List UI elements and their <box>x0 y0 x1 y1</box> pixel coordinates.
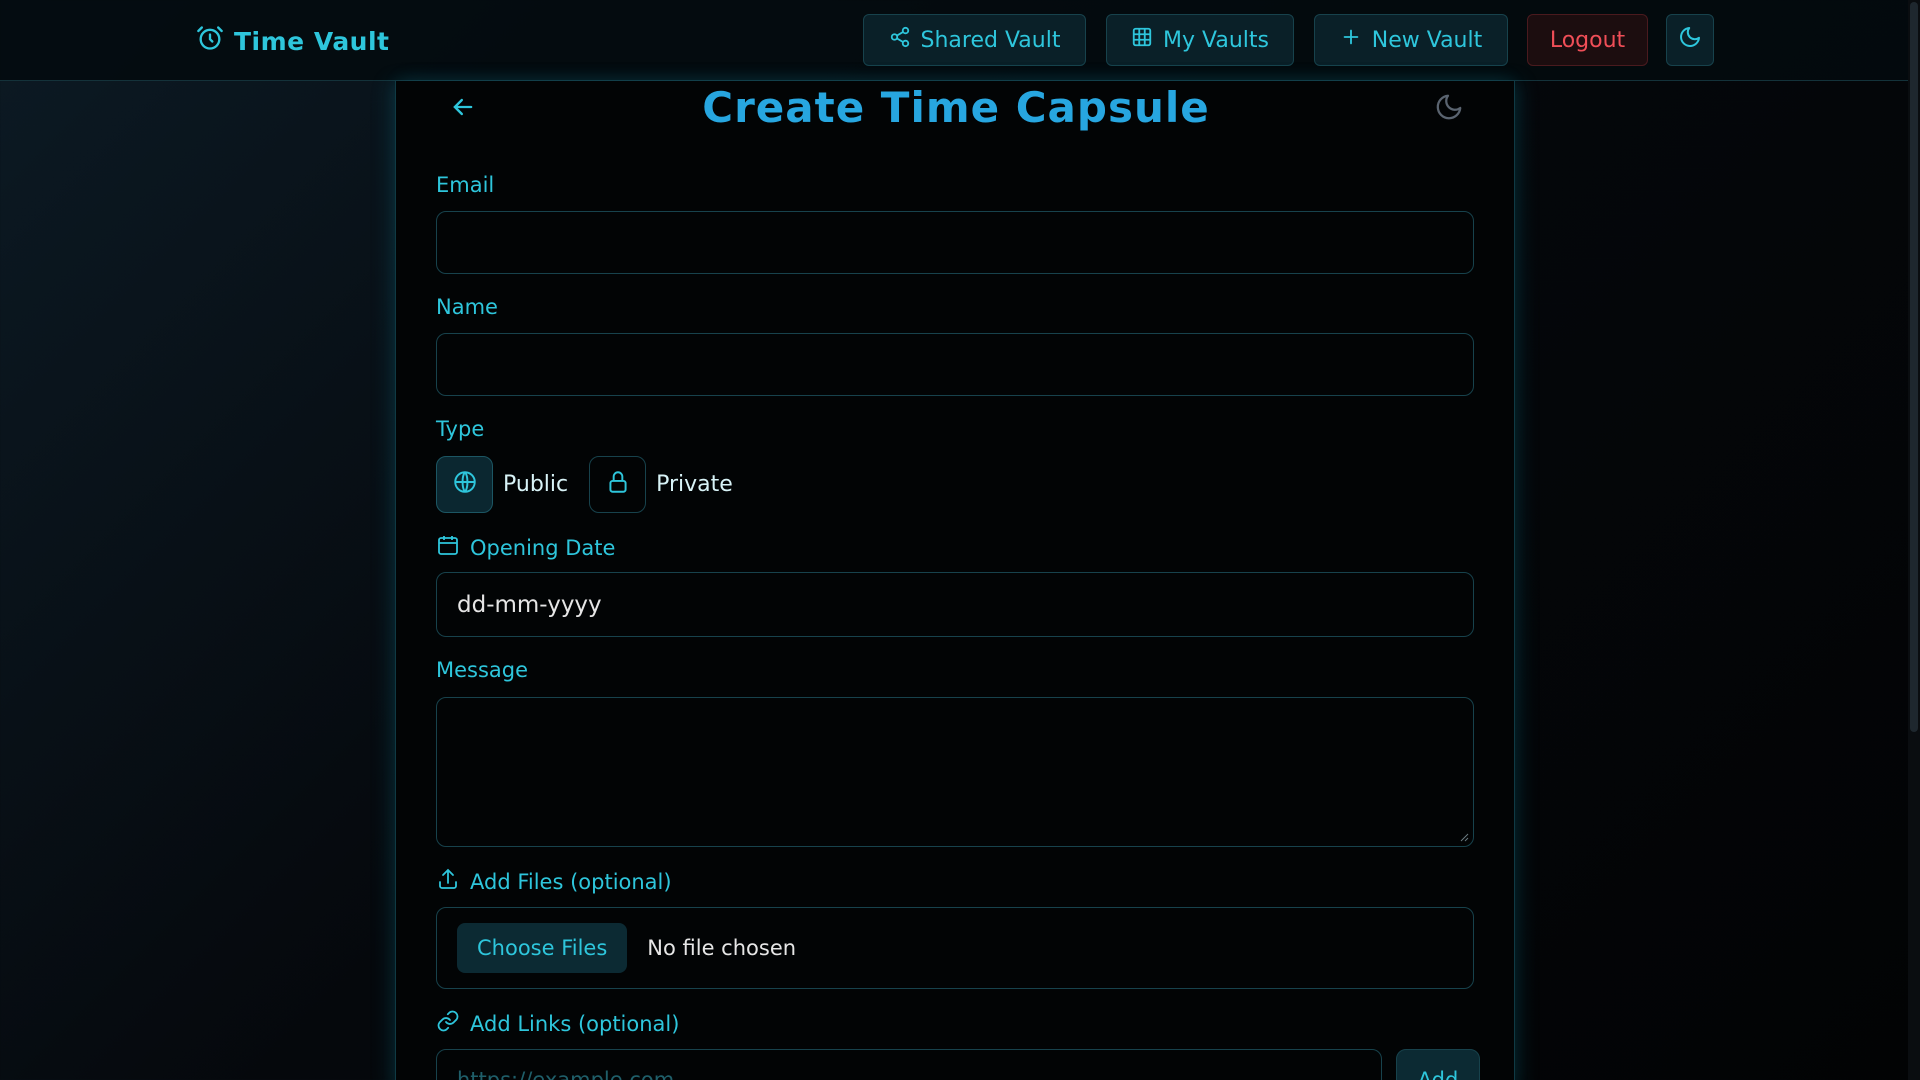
email-label: Email <box>436 173 494 197</box>
top-navbar: Time Vault Shared Vault My Vaults New Va… <box>0 0 1920 81</box>
logout-button[interactable]: Logout <box>1527 14 1648 66</box>
add-links-label-text: Add Links (optional) <box>470 1011 680 1036</box>
plus-icon <box>1340 26 1362 54</box>
add-files-label-text: Add Files (optional) <box>470 869 672 894</box>
my-vaults-label: My Vaults <box>1163 27 1269 53</box>
scrollbar-thumb[interactable] <box>1910 2 1918 732</box>
public-option-button[interactable] <box>436 455 493 513</box>
shared-vault-label: Shared Vault <box>920 27 1061 53</box>
globe-icon <box>452 469 478 499</box>
resize-handle-icon[interactable] <box>1459 832 1469 842</box>
no-file-text: No file chosen <box>647 936 797 960</box>
file-input[interactable]: Choose Files No file chosen <box>436 907 1474 989</box>
lock-icon <box>605 469 631 499</box>
public-option-label[interactable]: Public <box>503 472 568 497</box>
private-option-button[interactable] <box>589 455 647 513</box>
message-label-text: Message <box>436 658 529 682</box>
grid-icon <box>1131 26 1153 54</box>
email-field[interactable] <box>436 211 1474 274</box>
name-field[interactable] <box>436 333 1474 396</box>
moon-icon <box>1678 25 1702 55</box>
name-label: Name <box>436 295 498 319</box>
calendar-icon <box>436 533 460 562</box>
page-title: Create Time Capsule <box>702 83 1210 132</box>
add-links-label: Add Links (optional) <box>436 1009 679 1038</box>
private-option-label[interactable]: Private <box>656 472 733 497</box>
theme-toggle-button[interactable] <box>1666 14 1714 66</box>
add-files-label: Add Files (optional) <box>436 867 672 896</box>
opening-date-input[interactable]: dd-mm-yyyy <box>436 572 1474 637</box>
moon-icon <box>1434 92 1464 126</box>
email-label-text: Email <box>436 173 495 197</box>
my-vaults-button[interactable]: My Vaults <box>1106 14 1294 66</box>
type-label-text: Type <box>436 417 485 441</box>
add-link-button[interactable]: Add <box>1396 1049 1480 1080</box>
new-vault-button[interactable]: New Vault <box>1314 14 1508 66</box>
brand-name: Time Vault <box>234 26 390 56</box>
shared-vault-button[interactable]: Shared Vault <box>863 14 1086 66</box>
logout-label: Logout <box>1549 27 1626 53</box>
opening-date-label: Opening Date <box>436 533 615 562</box>
choose-files-button[interactable]: Choose Files <box>457 923 628 973</box>
upload-icon <box>436 867 460 896</box>
new-vault-label: New Vault <box>1371 27 1483 53</box>
card-theme-toggle[interactable] <box>1429 89 1469 129</box>
name-label-text: Name <box>436 295 498 319</box>
message-textarea[interactable] <box>436 697 1474 847</box>
opening-date-label-text: Opening Date <box>470 535 616 560</box>
share-icon <box>889 26 911 54</box>
alarm-clock-icon <box>196 24 224 58</box>
message-label: Message <box>436 658 528 682</box>
brand[interactable]: Time Vault <box>196 24 390 58</box>
type-selector: Public Private <box>436 455 754 513</box>
link-input[interactable]: https://example.com <box>436 1049 1382 1080</box>
link-icon <box>436 1009 460 1038</box>
create-capsule-card: Create Time Capsule Email Name Type Publ… <box>395 81 1515 1080</box>
type-label: Type <box>436 417 484 441</box>
